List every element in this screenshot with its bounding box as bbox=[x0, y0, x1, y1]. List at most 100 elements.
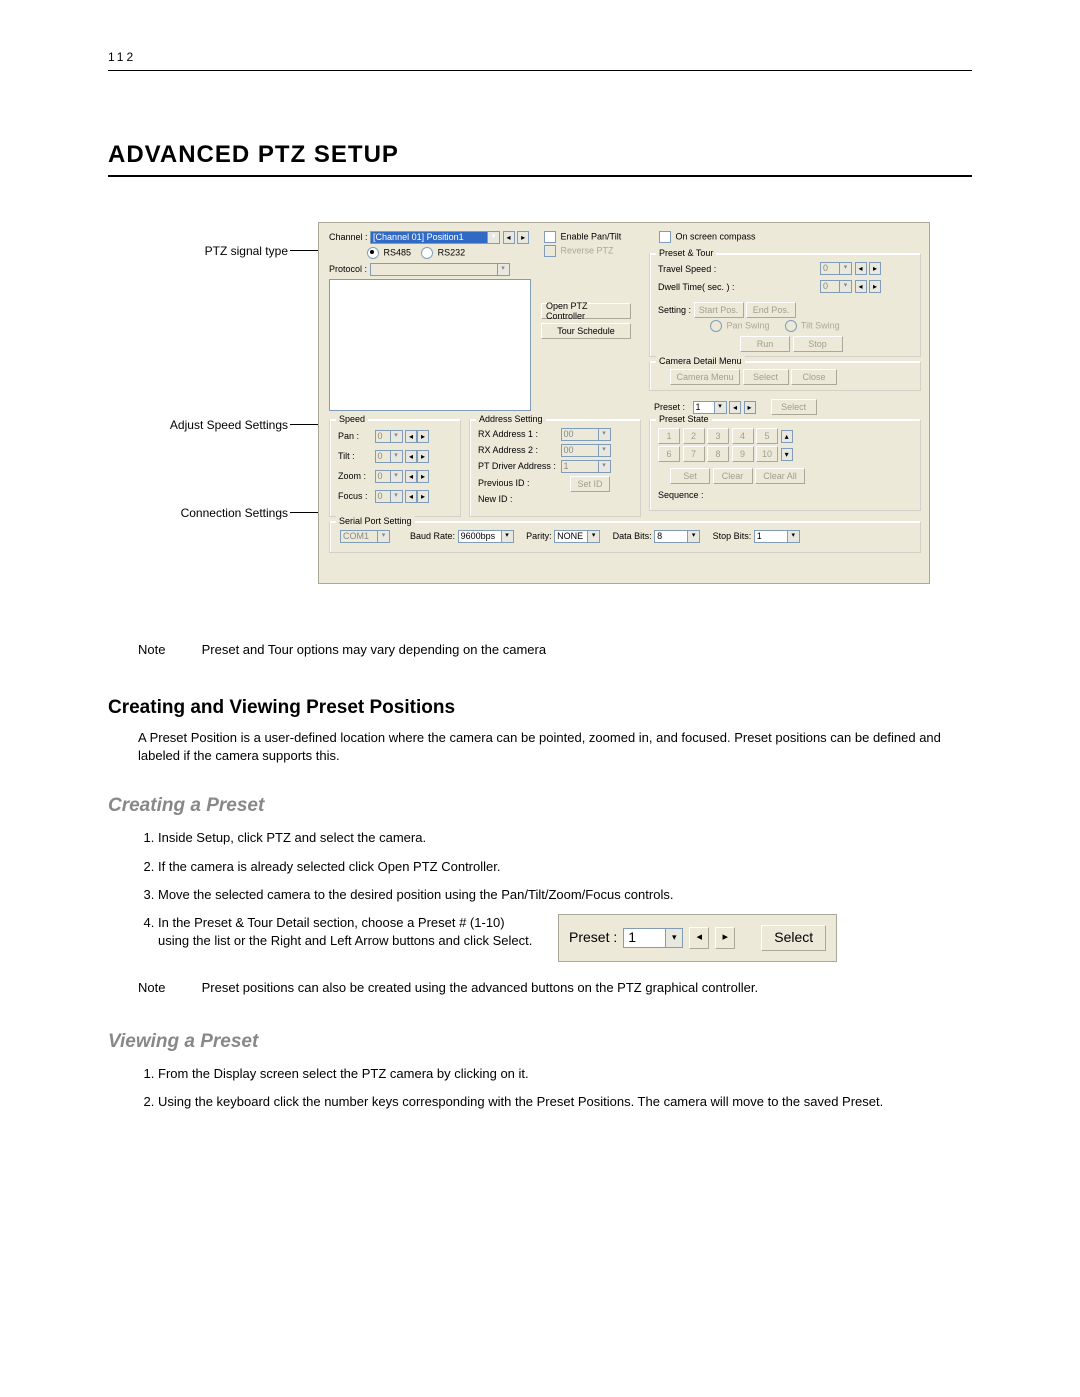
preset-scroll-up[interactable]: ▴ bbox=[781, 430, 793, 443]
channel-prev-button[interactable]: ◂ bbox=[503, 231, 515, 244]
rx1-select[interactable]: 00▾ bbox=[561, 428, 611, 441]
note-2-text: Preset positions can also be created usi… bbox=[202, 980, 758, 995]
dropdown-arrow-icon: ▾ bbox=[665, 929, 682, 947]
run-button[interactable]: Run bbox=[740, 336, 790, 352]
preset-next[interactable]: ▸ bbox=[744, 401, 756, 414]
dropdown-arrow-icon: ▾ bbox=[390, 471, 402, 482]
pan-swing-radio[interactable] bbox=[710, 320, 722, 332]
ptz-setup-dialog: Channel : [Channel 01] Position1 ▾ ◂ ▸ E… bbox=[318, 222, 930, 584]
reverse-ptz-checkbox[interactable] bbox=[544, 245, 556, 257]
tour-schedule-button[interactable]: Tour Schedule bbox=[541, 323, 631, 339]
camera-close-button[interactable]: Close bbox=[791, 369, 837, 385]
callout-speed: Adjust Speed Settings bbox=[148, 418, 288, 432]
page-title: ADVANCED PTZ SETUP bbox=[108, 141, 972, 169]
start-pos-button[interactable]: Start Pos. bbox=[694, 302, 744, 318]
stopbits-select[interactable]: 1▾ bbox=[754, 530, 800, 543]
preset-widget-next[interactable]: ▸ bbox=[715, 927, 735, 949]
dropdown-arrow-icon: ▾ bbox=[839, 281, 851, 292]
preset-select[interactable]: 1▾ bbox=[693, 401, 727, 414]
ptdrv-select[interactable]: 1▾ bbox=[561, 460, 611, 473]
address-legend: Address Setting bbox=[476, 414, 546, 424]
preset-scroll-down[interactable]: ▾ bbox=[781, 448, 793, 461]
dropdown-arrow-icon: ▾ bbox=[687, 531, 699, 542]
preset-4[interactable]: 4 bbox=[732, 428, 754, 444]
viewing-preset-steps: From the Display screen select the PTZ c… bbox=[138, 1065, 972, 1111]
zoom-next[interactable]: ▸ bbox=[417, 470, 429, 483]
travel-speed-prev[interactable]: ◂ bbox=[855, 262, 867, 275]
setid-button[interactable]: Set ID bbox=[570, 476, 610, 492]
preset-1[interactable]: 1 bbox=[658, 428, 680, 444]
rs485-label: RS485 bbox=[384, 247, 412, 257]
speed-legend: Speed bbox=[336, 414, 368, 424]
reverse-ptz-label: Reverse PTZ bbox=[561, 245, 614, 255]
preset-2[interactable]: 2 bbox=[683, 428, 705, 444]
rx2-select[interactable]: 00▾ bbox=[561, 444, 611, 457]
preset-widget-select-button[interactable]: Select bbox=[761, 925, 826, 951]
camera-detail-legend: Camera Detail Menu bbox=[656, 356, 745, 366]
note-1-text: Preset and Tour options may vary dependi… bbox=[202, 642, 546, 657]
focus-prev[interactable]: ◂ bbox=[405, 490, 417, 503]
zoom-prev[interactable]: ◂ bbox=[405, 470, 417, 483]
pan-next[interactable]: ▸ bbox=[417, 430, 429, 443]
preset-10[interactable]: 10 bbox=[756, 446, 778, 462]
preset-tour-group: Preset & Tour Travel Speed : 0▾ ◂ ▸ Dwel… bbox=[649, 253, 921, 357]
preset-3[interactable]: 3 bbox=[707, 428, 729, 444]
rx1-label: RX Address 1 : bbox=[478, 429, 558, 439]
onscreen-compass-checkbox[interactable] bbox=[659, 231, 671, 243]
camera-menu-button[interactable]: Camera Menu bbox=[670, 369, 740, 385]
channel-next-button[interactable]: ▸ bbox=[517, 231, 529, 244]
camera-list[interactable] bbox=[329, 279, 531, 411]
protocol-select[interactable]: ▾ bbox=[370, 263, 510, 276]
travel-speed-select[interactable]: 0▾ bbox=[820, 262, 852, 275]
zoom-select[interactable]: 0▾ bbox=[375, 470, 403, 483]
parity-select[interactable]: NONE▾ bbox=[554, 530, 600, 543]
protocol-label: Protocol : bbox=[329, 264, 367, 274]
preset-prev[interactable]: ◂ bbox=[729, 401, 741, 414]
enable-pantilt-checkbox[interactable] bbox=[544, 231, 556, 243]
dwell-time-prev[interactable]: ◂ bbox=[855, 280, 867, 293]
dropdown-arrow-icon: ▾ bbox=[497, 264, 509, 275]
preset-7[interactable]: 7 bbox=[683, 446, 705, 462]
baud-select[interactable]: 9600bps▾ bbox=[458, 530, 514, 543]
preset-select-button[interactable]: Select bbox=[771, 399, 817, 415]
stopbits-label: Stop Bits: bbox=[713, 531, 752, 541]
dropdown-arrow-icon: ▾ bbox=[377, 531, 389, 542]
tilt-next[interactable]: ▸ bbox=[417, 450, 429, 463]
preset-clear-button[interactable]: Clear bbox=[713, 468, 753, 484]
preset-set-button[interactable]: Set bbox=[670, 468, 710, 484]
com-select[interactable]: COM1▾ bbox=[340, 530, 390, 543]
channel-value: [Channel 01] Position1 bbox=[373, 232, 464, 242]
camera-select-button[interactable]: Select bbox=[743, 369, 789, 385]
preset-9[interactable]: 9 bbox=[732, 446, 754, 462]
preset-8[interactable]: 8 bbox=[707, 446, 729, 462]
focus-select[interactable]: 0▾ bbox=[375, 490, 403, 503]
ptdrv-label: PT Driver Address : bbox=[478, 461, 558, 471]
tilt-label: Tilt : bbox=[338, 451, 372, 461]
focus-next[interactable]: ▸ bbox=[417, 490, 429, 503]
rs485-radio[interactable] bbox=[367, 247, 379, 259]
tilt-prev[interactable]: ◂ bbox=[405, 450, 417, 463]
end-pos-button[interactable]: End Pos. bbox=[746, 302, 796, 318]
view-step-1: From the Display screen select the PTZ c… bbox=[158, 1065, 972, 1083]
tilt-swing-radio[interactable] bbox=[785, 320, 797, 332]
preset-clearall-button[interactable]: Clear All bbox=[755, 468, 805, 484]
channel-select[interactable]: [Channel 01] Position1 ▾ bbox=[370, 231, 500, 244]
speed-group: Speed Pan : 0▾ ◂▸ Tilt : 0▾ ◂▸ Zoom : 0▾… bbox=[329, 419, 461, 517]
dwell-time-select[interactable]: 0▾ bbox=[820, 280, 852, 293]
pan-select[interactable]: 0▾ bbox=[375, 430, 403, 443]
preset-state-legend: Preset State bbox=[656, 414, 712, 424]
preset-6[interactable]: 6 bbox=[658, 446, 680, 462]
preset-widget-prev[interactable]: ◂ bbox=[689, 927, 709, 949]
pan-prev[interactable]: ◂ bbox=[405, 430, 417, 443]
rs232-radio[interactable] bbox=[421, 247, 433, 259]
dwell-time-next[interactable]: ▸ bbox=[869, 280, 881, 293]
travel-speed-next[interactable]: ▸ bbox=[869, 262, 881, 275]
open-ptz-button[interactable]: Open PTZ Controller bbox=[541, 303, 631, 319]
preset-widget-select[interactable]: 1 ▾ bbox=[623, 928, 683, 948]
tilt-select[interactable]: 0▾ bbox=[375, 450, 403, 463]
baud-label: Baud Rate: bbox=[410, 531, 455, 541]
databits-select[interactable]: 8▾ bbox=[654, 530, 700, 543]
preset-5[interactable]: 5 bbox=[756, 428, 778, 444]
dropdown-arrow-icon: ▾ bbox=[714, 402, 726, 413]
stop-button[interactable]: Stop bbox=[793, 336, 843, 352]
